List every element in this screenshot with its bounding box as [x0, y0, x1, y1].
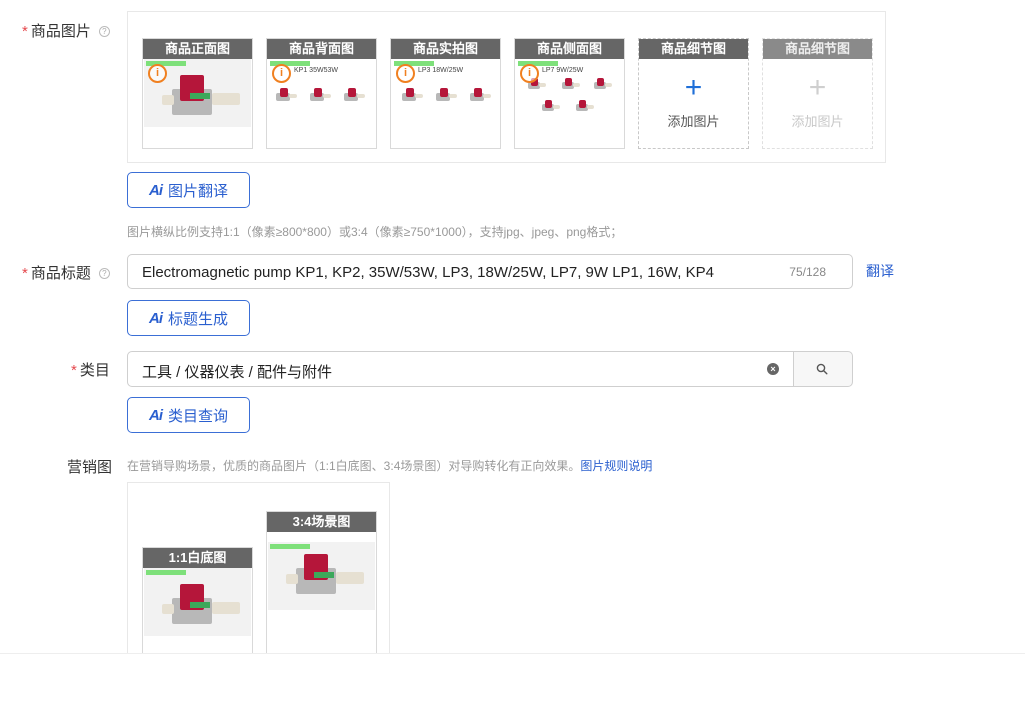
required-mark: *	[22, 23, 28, 40]
product-thumbnail[interactable]: i	[144, 59, 251, 127]
char-counter: 75/128	[789, 265, 826, 279]
category-search-button[interactable]	[793, 351, 853, 387]
required-mark: *	[71, 362, 77, 379]
translate-link[interactable]: 翻译	[866, 261, 894, 281]
slot-title: 商品侧面图	[515, 39, 624, 59]
image-translate-button[interactable]: Ai 图片翻译	[127, 172, 250, 208]
product-images-panel: 商品正面图 i 商品背面图 KP1 35W53W i 商品实拍图 LP3 18W…	[127, 11, 886, 163]
pump-image	[274, 87, 298, 103]
warning-icon[interactable]: i	[520, 64, 539, 83]
slot-title: 商品正面图	[143, 39, 252, 59]
product-thumbnail[interactable]: KP1 35W53W i	[268, 59, 375, 127]
category-value: 工具 / 仪器仪表 / 配件与附件	[142, 364, 333, 381]
pump-image	[286, 550, 366, 600]
product-images-label: * 商品图片?	[22, 20, 110, 41]
image-rules-link[interactable]: 图片规则说明	[580, 459, 652, 473]
ai-icon: Ai	[148, 406, 163, 424]
pump-image	[434, 87, 458, 103]
product-thumbnail[interactable]	[268, 542, 375, 610]
green-tag	[146, 570, 186, 575]
pump-image	[162, 71, 242, 121]
slot-title: 1:1白底图	[143, 548, 252, 568]
image-caption: KP1 35W53W	[294, 67, 338, 74]
pump-image	[342, 87, 366, 103]
plus-icon: +	[684, 71, 703, 104]
image-caption: LP7 9W/25W	[542, 67, 584, 74]
pump-image	[308, 87, 332, 103]
image-slot-side[interactable]: 商品侧面图 LP7 9W/25W i	[514, 38, 625, 149]
green-tag	[270, 544, 310, 549]
required-mark: *	[22, 265, 28, 282]
product-thumbnail[interactable]: LP3 18W/25W i	[392, 59, 499, 127]
product-thumbnail[interactable]	[144, 568, 251, 636]
add-image-label: 添加图片	[791, 114, 844, 129]
image-slot-front[interactable]: 商品正面图 i	[142, 38, 253, 149]
button-label: 图片翻译	[167, 182, 228, 200]
plus-icon: +	[808, 71, 827, 104]
title-input[interactable]: Electromagnetic pump KP1, KP2, 35W/53W, …	[127, 254, 853, 289]
title-label: * 商品标题?	[22, 262, 110, 283]
ai-icon: Ai	[148, 309, 163, 327]
title-generate-button[interactable]: Ai 标题生成	[127, 300, 250, 336]
image-slot-back[interactable]: 商品背面图 KP1 35W53W i	[266, 38, 377, 149]
slot-title: 商品细节图	[639, 39, 748, 59]
pump-image	[592, 77, 614, 91]
warning-icon[interactable]: i	[272, 64, 291, 83]
add-image-label: 添加图片	[667, 114, 720, 129]
ai-icon: Ai	[148, 181, 163, 199]
title-value: Electromagnetic pump KP1, KP2, 35W/53W, …	[142, 264, 714, 281]
slot-title: 商品实拍图	[391, 39, 500, 59]
product-thumbnail[interactable]: LP7 9W/25W i	[516, 59, 623, 123]
pump-image	[162, 580, 242, 630]
button-label: 标题生成	[167, 310, 228, 328]
category-label: * 类目	[71, 362, 110, 379]
help-icon[interactable]: ?	[98, 26, 110, 37]
help-icon[interactable]: ?	[98, 268, 110, 279]
slot-title: 3:4场景图	[267, 512, 376, 532]
image-slot-real[interactable]: 商品实拍图 LP3 18W/25W i	[390, 38, 501, 149]
button-label: 类目查询	[167, 407, 228, 425]
search-icon	[816, 363, 828, 375]
pump-image	[560, 77, 582, 91]
image-requirements-hint: 图片横纵比例支持1:1（像素≥800*800）或3:4（像素≥750*1000）…	[127, 225, 623, 239]
add-detail-image-button[interactable]: 商品细节图 + 添加图片	[638, 38, 749, 149]
warning-icon[interactable]: i	[396, 64, 415, 83]
marketing-hint: 在营销导购场景，优质的商品图片（1:1白底图、3:4场景图）对导购转化有正向效果…	[127, 459, 653, 473]
add-detail-image-button-disabled: 商品细节图 + 添加图片	[762, 38, 873, 149]
page-footer-area	[0, 653, 1025, 707]
marketing-label: 营销图	[67, 459, 113, 476]
slot-title: 商品背面图	[267, 39, 376, 59]
pump-image	[574, 99, 596, 113]
pump-image	[400, 87, 424, 103]
pump-image	[468, 87, 492, 103]
category-query-button[interactable]: Ai 类目查询	[127, 397, 250, 433]
scene-image-slot[interactable]: 3:4场景图	[266, 511, 377, 657]
white-bg-image-slot[interactable]: 1:1白底图	[142, 547, 253, 657]
pump-image	[540, 99, 562, 113]
slot-title: 商品细节图	[763, 39, 872, 59]
clear-icon[interactable]: ×	[767, 363, 779, 375]
warning-icon[interactable]: i	[148, 64, 167, 83]
category-input[interactable]: 工具 / 仪器仪表 / 配件与附件 ×	[127, 351, 794, 387]
marketing-images-panel: 1:1白底图 3:4场景图	[127, 482, 390, 662]
image-caption: LP3 18W/25W	[418, 67, 464, 74]
